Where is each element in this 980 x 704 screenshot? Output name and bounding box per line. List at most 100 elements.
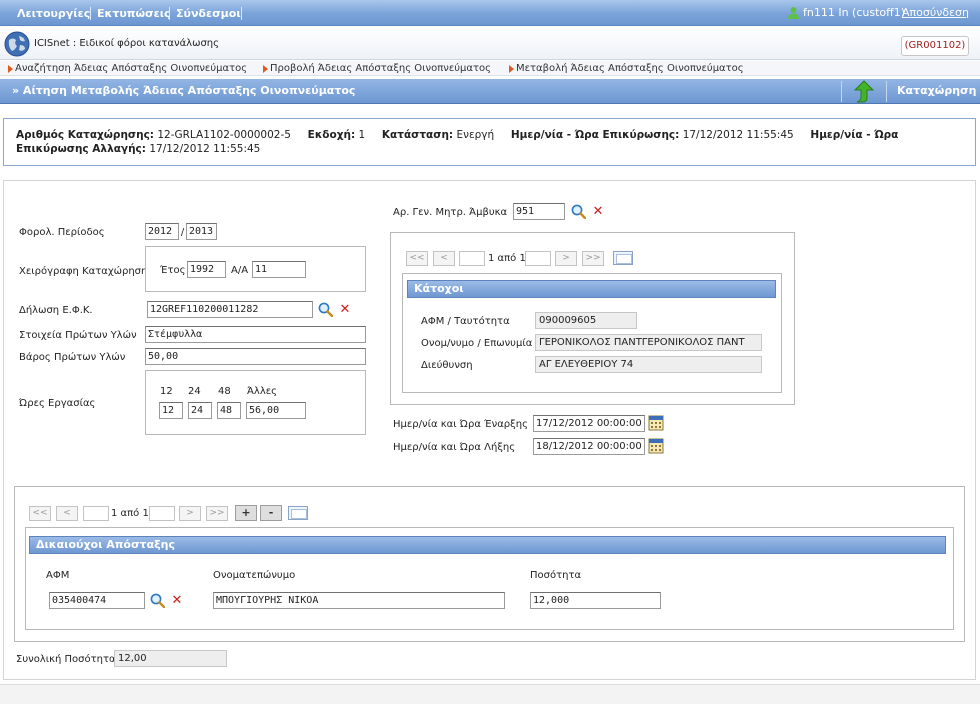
raw-materials-input[interactable]: Στέμφυλλα (145, 326, 366, 343)
holders-prev-page-button[interactable]: < (433, 251, 455, 266)
hours-header: 24 (188, 386, 201, 397)
aa-input[interactable]: 11 (252, 261, 306, 278)
tax-period-to-input[interactable]: 2013 (186, 223, 217, 240)
change-validation-value: 17/12/2012 11:55:45 (149, 143, 261, 155)
hours-header: 12 (160, 386, 173, 397)
app-title-bar: ICISnet : Ειδικοί φόροι κατανάλωσης (GR0… (0, 27, 980, 60)
beneficiaries-page-count: 1 από 1 (111, 508, 149, 519)
validation-label: Ημερ/νία - Ώρα Επικύρωσης: (510, 129, 680, 141)
beneficiary-qty-input[interactable]: 12,000 (530, 592, 661, 609)
breadcrumb: Αναζήτηση Άδειας Απόσταξης Οινοπνεύματος… (0, 61, 980, 76)
year-input[interactable]: 1992 (187, 261, 226, 278)
clear-icon[interactable]: ✕ (171, 594, 183, 607)
calendar-icon[interactable] (648, 415, 664, 431)
total-quantity-label: Συνολική Ποσότητα (16, 654, 116, 665)
holder-afm-value: 090009605 (535, 312, 637, 329)
start-datetime-label: Ημερ/νία και Ώρα Έναρξης (393, 419, 528, 430)
menu-functions[interactable]: Λειτουργίες (17, 7, 90, 20)
col-name-header: Ονοματεπώνυμο (213, 570, 296, 581)
version-label: Εκδοχή: (307, 129, 356, 141)
clear-icon[interactable]: ✕ (592, 205, 604, 218)
holders-first-page-button[interactable]: << (406, 251, 428, 266)
search-icon[interactable] (318, 302, 333, 317)
manual-entry-label: Χειρόγραφη Καταχώρηση (19, 266, 148, 277)
hours-24-input[interactable]: 24 (188, 402, 212, 419)
grid-view-icon[interactable] (288, 506, 308, 520)
status-value: Ενεργή (456, 129, 495, 141)
year-label: Έτος (160, 265, 186, 276)
menu-separator (90, 7, 91, 20)
raw-materials-label: Στοιχεία Πρώτων Υλών (19, 330, 137, 341)
still-registry-label: Αρ. Γεν. Μητρ. Άμβυκα (393, 207, 508, 218)
start-datetime-input[interactable]: 17/12/2012 00:00:00 (533, 415, 645, 432)
work-hours-label: Ώρες Εργασίας (19, 398, 96, 409)
user-info: fn111 In (custoff1) (803, 6, 906, 19)
add-row-button[interactable]: + (235, 505, 257, 521)
holders-next-page-button[interactable]: > (555, 251, 577, 266)
toolbar-divider (841, 81, 842, 102)
breadcrumb-item-view[interactable]: Προβολή Άδειας Απόσταξης Οινοπνεύματος (270, 63, 491, 74)
beneficiaries-prev-page-button[interactable]: < (56, 506, 78, 521)
beneficiaries-page-field[interactable] (149, 506, 175, 521)
globe-logo-icon (4, 31, 30, 57)
beneficiary-afm-input[interactable]: 035400474 (49, 592, 145, 609)
efk-declaration-input[interactable]: 12GREF110200011282 (147, 301, 313, 318)
breadcrumb-arrow-icon (263, 65, 268, 73)
raw-weight-input[interactable]: 50,00 (145, 348, 366, 365)
beneficiaries-last-page-button[interactable]: >> (206, 506, 228, 521)
search-icon[interactable] (150, 593, 165, 608)
grid-view-icon[interactable] (613, 251, 633, 265)
registration-info-box: Αριθμός Καταχώρησης: 12-GRLA1102-0000002… (3, 118, 976, 166)
holders-page-input[interactable] (459, 251, 485, 266)
hours-other-input[interactable]: 56,00 (246, 402, 306, 419)
tax-period-separator: / (180, 227, 185, 238)
breadcrumb-item-search[interactable]: Αναζήτηση Άδειας Απόσταξης Οινοπνεύματος (15, 63, 247, 74)
end-datetime-label: Ημερ/νία και Ώρα Λήξης (393, 442, 516, 453)
beneficiary-name-input[interactable]: ΜΠΟΥΓΙΟΥΡΗΣ ΝΙΚΟΑ (213, 592, 505, 609)
clear-icon[interactable]: ✕ (339, 303, 351, 316)
hours-48-input[interactable]: 48 (217, 402, 241, 419)
section-title: » Αίτηση Μεταβολής Άδειας Απόσταξης Οινο… (12, 84, 356, 97)
aa-label: Α/Α (231, 265, 249, 276)
breadcrumb-arrow-icon (8, 65, 13, 73)
holders-panel-title: Κάτοχοι (407, 280, 776, 298)
section-header: » Αίτηση Μεταβολής Άδειας Απόσταξης Οινο… (0, 79, 980, 104)
top-menu-bar: Λειτουργίες Εκτυπώσεις Σύνδεσμοι fn111 I… (0, 0, 980, 26)
beneficiaries-page-input[interactable] (83, 506, 109, 521)
end-datetime-input[interactable]: 18/12/2012 00:00:00 (533, 438, 645, 455)
holders-page-field[interactable] (525, 251, 551, 266)
holder-name-value: ΓΕΡΟΝΙΚΟΛΟΣ ΠΑΝΤΓΕΡΟΝΙΚΟΛΟΣ ΠΑΝΤ (535, 334, 762, 351)
registration-info-text: Αριθμός Καταχώρησης: 12-GRLA1102-0000002… (16, 128, 966, 156)
calendar-icon[interactable] (648, 438, 664, 454)
hours-12-input[interactable]: 12 (159, 402, 183, 419)
tax-period-label: Φορολ. Περίοδος (19, 227, 105, 238)
submit-arrow-icon[interactable] (853, 80, 875, 103)
menu-separator (241, 7, 242, 20)
save-button[interactable]: Καταχώρηση (897, 84, 976, 97)
raw-weight-label: Βάρος Πρώτων Υλών (19, 352, 126, 363)
beneficiaries-first-page-button[interactable]: << (29, 506, 51, 521)
col-qty-header: Ποσότητα (530, 570, 582, 581)
still-registry-input[interactable]: 951 (513, 203, 565, 220)
search-icon[interactable] (571, 204, 586, 219)
holders-page-count: 1 από 1 (488, 253, 526, 264)
beneficiaries-panel-title: Δικαιούχοι Απόσταξης (29, 536, 946, 554)
breadcrumb-arrow-icon (509, 65, 514, 73)
beneficiaries-next-page-button[interactable]: > (179, 506, 201, 521)
remove-row-button[interactable]: - (260, 505, 282, 521)
logout-link[interactable]: Αποσύνδεση (902, 6, 969, 19)
menu-printouts[interactable]: Εκτυπώσεις (97, 7, 171, 20)
holder-afm-label: ΑΦΜ / Ταυτότητα (421, 316, 510, 327)
tax-period-from-input[interactable]: 2012 (145, 223, 179, 240)
status-label: Κατάσταση: (381, 129, 454, 141)
user-icon (788, 7, 799, 19)
app-title: ICISnet : Ειδικοί φόροι κατανάλωσης (34, 38, 219, 49)
version-value: 1 (358, 129, 366, 141)
menu-links[interactable]: Σύνδεσμοι (176, 7, 241, 20)
hours-header: 48 (218, 386, 231, 397)
validation-value: 17/12/2012 11:55:45 (682, 129, 794, 141)
holder-name-label: Ονομ/νυμο / Επωνυμία (421, 338, 533, 349)
holders-last-page-button[interactable]: >> (582, 251, 604, 266)
breadcrumb-item-change: Μεταβολή Άδειας Απόσταξης Οινοπνεύματος (516, 63, 744, 74)
holder-address-label: Διεύθυνση (421, 360, 473, 371)
